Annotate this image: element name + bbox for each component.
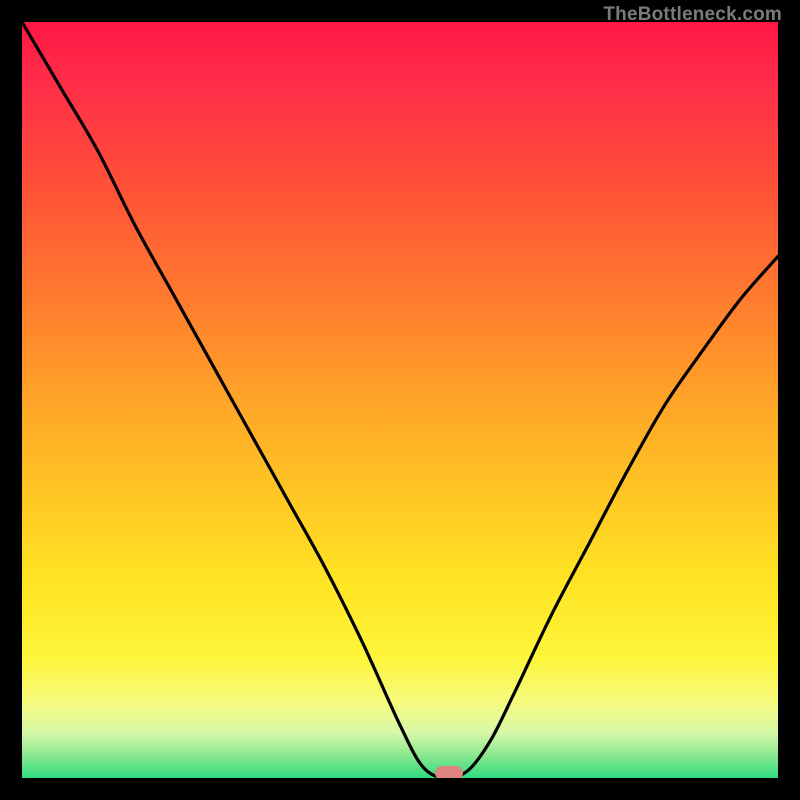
plot-area xyxy=(22,22,778,778)
heat-gradient-background xyxy=(22,22,778,778)
optimal-point-marker xyxy=(435,766,463,778)
chart-canvas: TheBottleneck.com xyxy=(0,0,800,800)
